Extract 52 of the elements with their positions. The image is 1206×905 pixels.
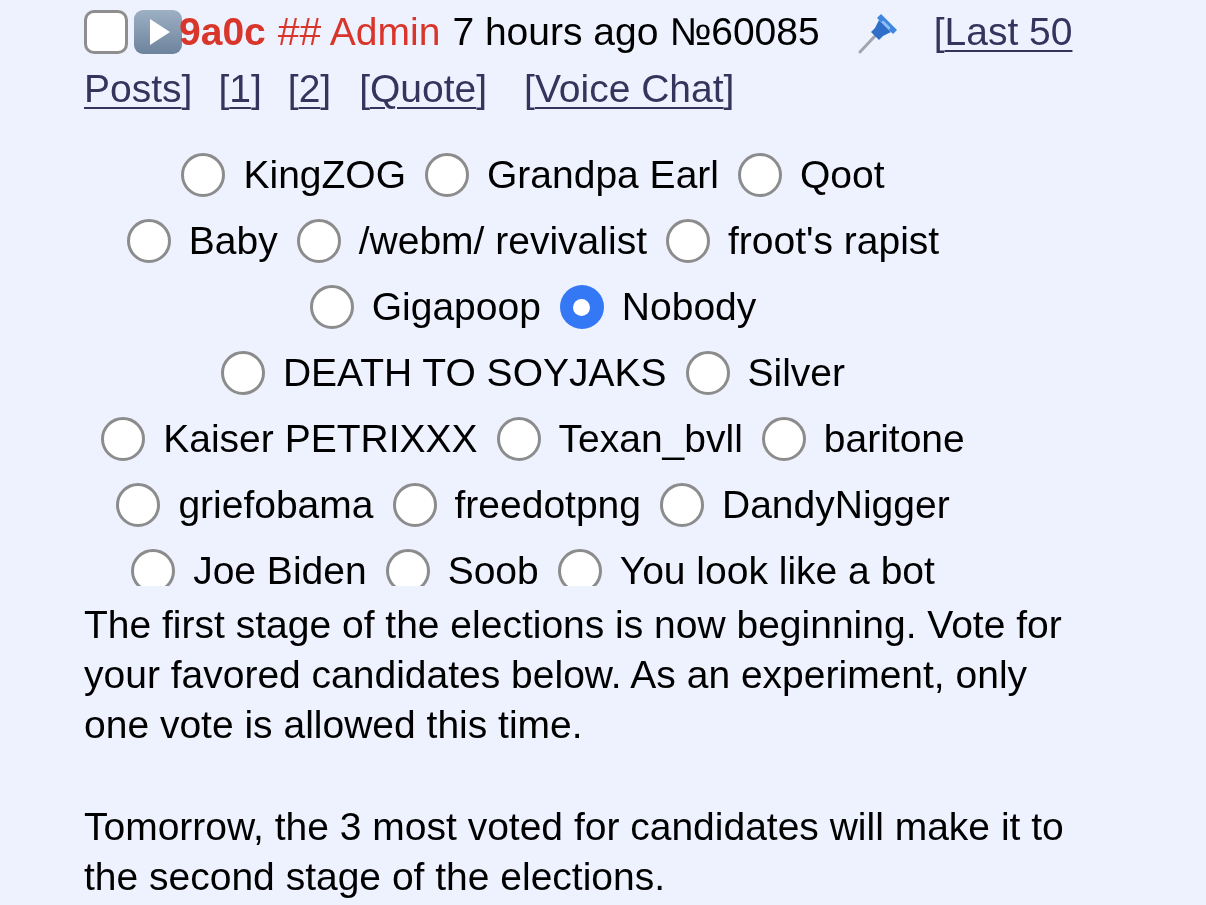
radio-button[interactable] [665, 219, 710, 263]
post-link[interactable]: Posts] [84, 60, 193, 117]
radio-button[interactable] [296, 219, 341, 263]
radio-button[interactable] [392, 483, 437, 527]
radio-button[interactable] [385, 549, 430, 586]
radio-button[interactable] [557, 549, 602, 586]
option-label[interactable]: Silver [747, 349, 846, 397]
post-message: Tomorrow, the 3 most voted for candidates will make it to the second stage of the elections. [84, 804, 1065, 900]
post-link[interactable]: [Last 50 [933, 3, 1073, 60]
option-label[interactable]: Soob [447, 547, 539, 586]
radio-button[interactable] [761, 417, 806, 461]
option-label[interactable]: Kaiser PETRIXXX [163, 415, 478, 463]
radio-button[interactable] [116, 483, 161, 527]
option-label[interactable]: griefobama [178, 481, 374, 529]
option-label[interactable]: You look like a bot [619, 547, 935, 586]
radio-button[interactable] [181, 153, 226, 197]
post-checkbox[interactable] [84, 9, 128, 54]
play-icon[interactable] [134, 9, 182, 54]
option-label[interactable]: Qoot [800, 151, 885, 199]
option-label[interactable]: DandyNigger [722, 481, 950, 529]
radio-button[interactable] [685, 351, 730, 395]
post-number: №60085 [669, 9, 820, 55]
option-label[interactable]: froot's rapist [727, 217, 940, 265]
radio-button[interactable] [738, 153, 782, 197]
radio-button[interactable] [126, 219, 171, 263]
capcode: ## Admin [277, 9, 441, 55]
option-label[interactable]: baritone [823, 415, 965, 463]
radio-button[interactable] [220, 351, 265, 395]
post-link[interactable]: [2] [287, 60, 332, 117]
option-label[interactable]: freedotpng [454, 481, 641, 529]
radio-button[interactable] [425, 153, 469, 197]
post-link[interactable]: [Voice Chat] [524, 60, 735, 117]
post-link[interactable]: [Quote] [359, 60, 488, 117]
option-label[interactable]: /webm/ revivalist [358, 217, 647, 265]
radio-button[interactable] [309, 285, 354, 329]
option-label[interactable]: Texan_bvll [558, 415, 743, 463]
option-label[interactable]: Baby [188, 217, 278, 265]
radio-button[interactable] [101, 417, 146, 461]
radio-button[interactable] [660, 483, 704, 527]
option-label[interactable]: DEATH TO SOYJAKS [282, 349, 667, 397]
post-message: The first stage of the elections is now beginning. Vote for your favored candidates below. As an experiment, only one vote is allowed this time. [84, 602, 1063, 748]
radio-button[interactable] [559, 285, 604, 329]
radio-button[interactable] [496, 417, 541, 461]
option-label[interactable]: Nobody [621, 283, 757, 331]
option-label[interactable]: Joe Biden [193, 547, 367, 586]
post-time: 7 hours ago [452, 9, 659, 55]
post-link[interactable]: [1] [218, 60, 262, 117]
poster-name: 9a0c [179, 9, 266, 55]
option-label[interactable]: KingZOG [243, 151, 406, 199]
radio-button[interactable] [131, 549, 176, 586]
option-label[interactable]: Gigapoop [371, 283, 541, 331]
option-label[interactable]: Grandpa Earl [487, 151, 719, 199]
